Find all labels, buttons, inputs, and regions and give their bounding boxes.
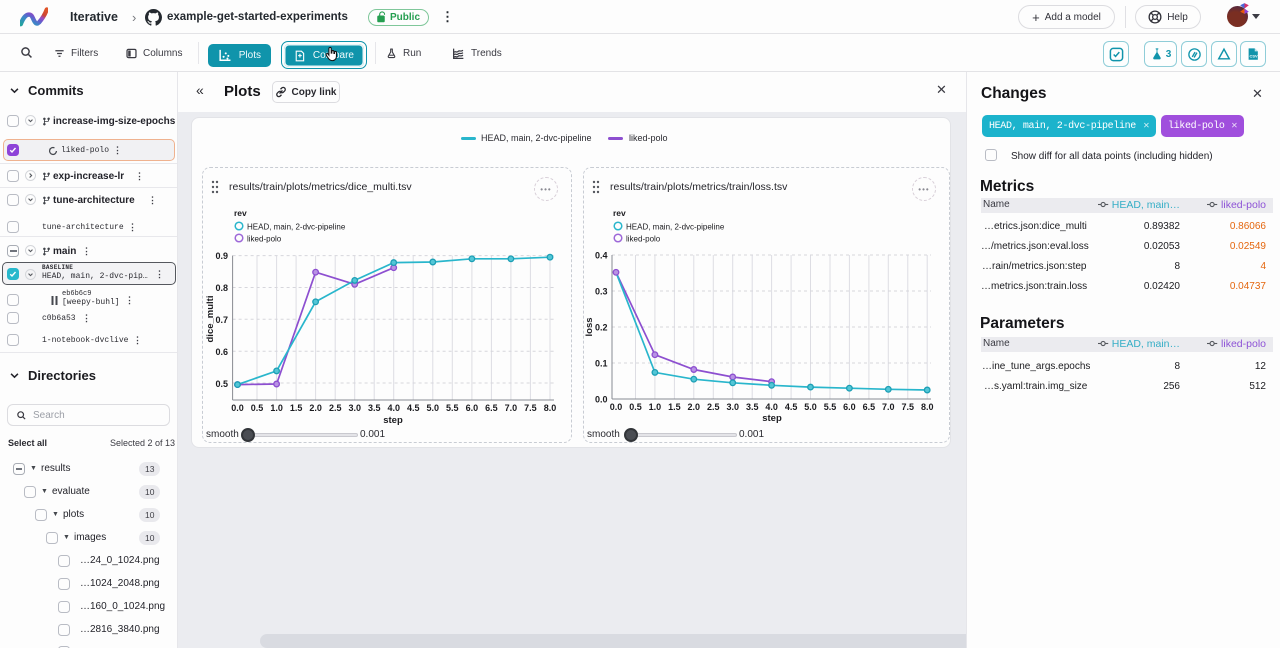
- svg-text:2.5: 2.5: [329, 403, 342, 413]
- svg-text:0.9: 0.9: [215, 251, 228, 261]
- svg-text:3.0: 3.0: [348, 403, 361, 413]
- svg-text:dice_multi: dice_multi: [205, 296, 216, 343]
- svg-text:6.5: 6.5: [863, 402, 876, 412]
- svg-text:3.5: 3.5: [746, 402, 759, 412]
- svg-text:4.0: 4.0: [387, 403, 400, 413]
- svg-text:0.5: 0.5: [629, 402, 642, 412]
- svg-text:liked-polo: liked-polo: [626, 235, 661, 244]
- svg-text:0.7: 0.7: [215, 315, 228, 325]
- svg-text:5.5: 5.5: [446, 403, 459, 413]
- svg-text:loss: loss: [584, 317, 595, 336]
- svg-text:0.5: 0.5: [215, 379, 228, 389]
- svg-text:0.5: 0.5: [251, 403, 264, 413]
- svg-text:0.2: 0.2: [595, 323, 608, 333]
- svg-text:7.0: 7.0: [882, 402, 895, 412]
- svg-text:1.0: 1.0: [649, 402, 662, 412]
- svg-text:7.0: 7.0: [505, 403, 518, 413]
- svg-text:step: step: [762, 413, 782, 424]
- svg-text:rev: rev: [613, 208, 626, 218]
- svg-text:8.0: 8.0: [544, 403, 557, 413]
- svg-text:0.1: 0.1: [595, 359, 608, 369]
- svg-text:6.5: 6.5: [485, 403, 498, 413]
- svg-text:1.5: 1.5: [290, 403, 303, 413]
- svg-text:2.0: 2.0: [688, 402, 701, 412]
- svg-text:3.0: 3.0: [726, 402, 739, 412]
- svg-text:step: step: [383, 415, 403, 426]
- svg-text:3.5: 3.5: [368, 403, 381, 413]
- svg-text:HEAD, main, 2-dvc-pipeline: HEAD, main, 2-dvc-pipeline: [247, 223, 346, 232]
- svg-text:2.0: 2.0: [309, 403, 322, 413]
- svg-text:0.0: 0.0: [595, 395, 608, 405]
- svg-text:4.0: 4.0: [765, 402, 778, 412]
- svg-text:2.5: 2.5: [707, 402, 720, 412]
- svg-text:4.5: 4.5: [785, 402, 798, 412]
- svg-text:8.0: 8.0: [921, 402, 934, 412]
- svg-text:rev: rev: [234, 208, 247, 218]
- svg-text:6.0: 6.0: [466, 403, 479, 413]
- svg-text:7.5: 7.5: [902, 402, 915, 412]
- svg-text:CSV: CSV: [1250, 54, 1258, 59]
- svg-text:4.5: 4.5: [407, 403, 420, 413]
- svg-text:0.8: 0.8: [215, 283, 228, 293]
- svg-text:1.5: 1.5: [668, 402, 681, 412]
- svg-text:5.0: 5.0: [804, 402, 817, 412]
- svg-text:7.5: 7.5: [524, 403, 537, 413]
- svg-text:6.0: 6.0: [843, 402, 856, 412]
- svg-text:0.0: 0.0: [610, 402, 623, 412]
- svg-text:1.0: 1.0: [270, 403, 283, 413]
- svg-text:liked-polo: liked-polo: [247, 235, 282, 244]
- svg-text:0.6: 0.6: [215, 347, 228, 357]
- svg-text:HEAD, main, 2-dvc-pipeline: HEAD, main, 2-dvc-pipeline: [626, 223, 725, 232]
- svg-text:0.0: 0.0: [231, 403, 244, 413]
- svg-text:0.4: 0.4: [595, 251, 608, 261]
- svg-text:5.5: 5.5: [824, 402, 837, 412]
- svg-text:0.3: 0.3: [595, 287, 608, 297]
- svg-text:5.0: 5.0: [427, 403, 440, 413]
